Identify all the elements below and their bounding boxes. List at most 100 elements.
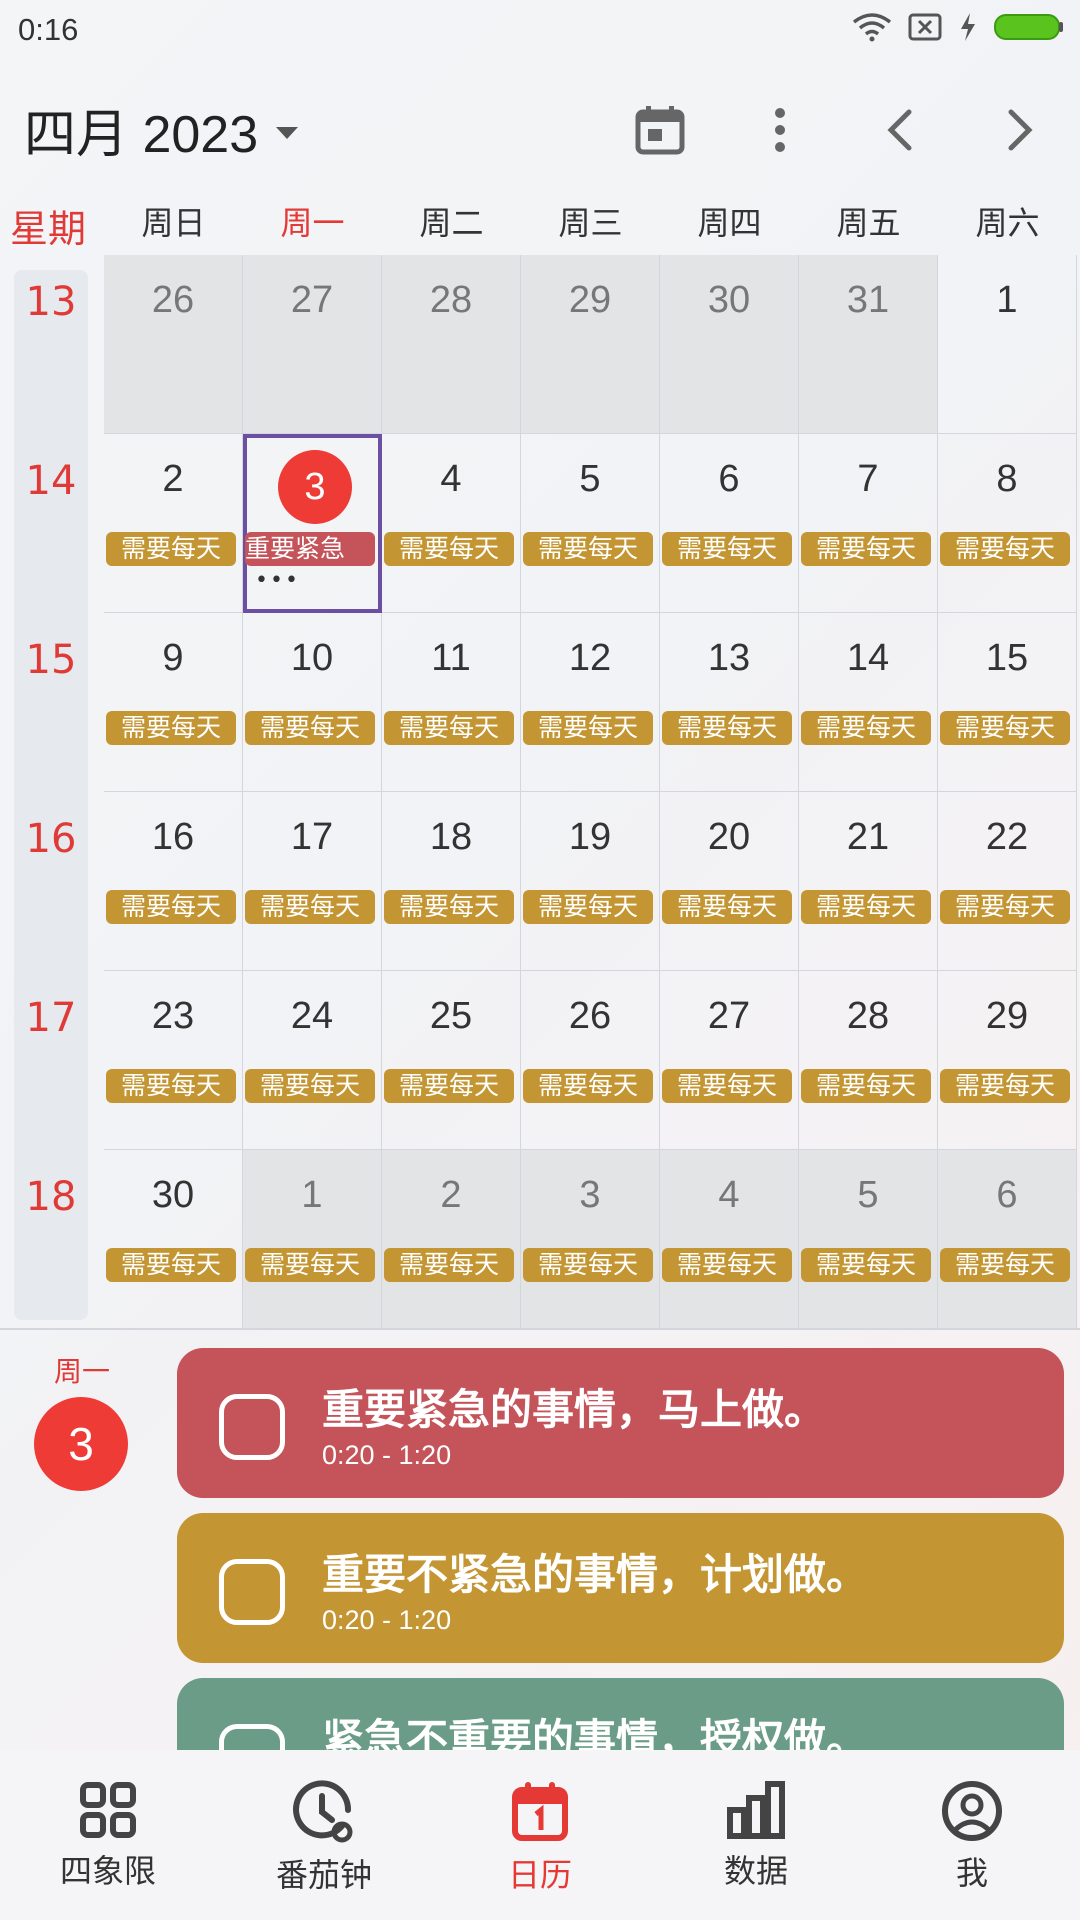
- selected-date-badge: 3: [34, 1397, 128, 1491]
- nav-item-me[interactable]: 我: [882, 1780, 1062, 1894]
- day-cell[interactable]: 4 需要每天: [382, 434, 521, 613]
- week-number: 14: [25, 458, 77, 504]
- sim-disabled-icon: [908, 13, 942, 41]
- day-cell[interactable]: 6 需要每天: [660, 434, 799, 613]
- day-cell[interactable]: 7 需要每天: [799, 434, 938, 613]
- day-cell[interactable]: 27 需要每天: [660, 971, 799, 1150]
- today-button[interactable]: [620, 90, 700, 170]
- user-icon: [942, 1781, 1002, 1841]
- task-card[interactable]: 紧急不重要的事情，授权做。: [177, 1678, 1064, 1750]
- event-chip: 重要紧急: [245, 532, 375, 566]
- task-checkbox[interactable]: [219, 1724, 285, 1750]
- week-number: 15: [25, 637, 77, 683]
- day-number: 1: [996, 279, 1018, 321]
- day-cell[interactable]: 18 需要每天: [382, 792, 521, 971]
- day-number: 26: [568, 995, 612, 1037]
- task-card[interactable]: 重要不紧急的事情，计划做。 0:20 - 1:20: [177, 1513, 1064, 1663]
- day-cell[interactable]: 31: [799, 255, 938, 434]
- day-number: 11: [431, 637, 471, 679]
- day-cell[interactable]: 1 需要每天: [243, 1150, 382, 1329]
- week-number: 18: [25, 1174, 77, 1220]
- day-cell[interactable]: 25 需要每天: [382, 971, 521, 1150]
- task-card[interactable]: 重要紧急的事情，马上做。 0:20 - 1:20: [177, 1348, 1064, 1498]
- event-chip: 需要每天: [245, 890, 375, 924]
- weekday-sunday: 周日: [141, 204, 206, 242]
- event-chip: 需要每天: [662, 532, 792, 566]
- day-cell[interactable]: 11 需要每天: [382, 613, 521, 792]
- day-number: 25: [429, 995, 473, 1037]
- day-cell[interactable]: 19 需要每天: [521, 792, 660, 971]
- next-month-button[interactable]: [980, 90, 1060, 170]
- day-number: 5: [857, 1174, 879, 1216]
- day-cell[interactable]: 29: [521, 255, 660, 434]
- day-cell[interactable]: 29 需要每天: [938, 971, 1077, 1150]
- month-selector[interactable]: 四月 2023: [24, 92, 299, 167]
- day-cell[interactable]: 21 需要每天: [799, 792, 938, 971]
- day-cell[interactable]: 3 需要每天: [521, 1150, 660, 1329]
- day-cell[interactable]: 5 需要每天: [521, 434, 660, 613]
- day-cell[interactable]: 27: [243, 255, 382, 434]
- day-cell[interactable]: 10 需要每天: [243, 613, 382, 792]
- day-number: 18: [429, 816, 473, 858]
- task-checkbox[interactable]: [219, 1394, 285, 1460]
- day-number: 5: [579, 458, 601, 500]
- event-chip: 需要每天: [662, 1069, 792, 1103]
- day-cell[interactable]: 26: [104, 255, 243, 434]
- day-number: 31: [846, 279, 890, 321]
- nav-item-calendar[interactable]: 日历: [450, 1780, 630, 1896]
- day-cell[interactable]: 5 需要每天: [799, 1150, 938, 1329]
- event-chip: 需要每天: [523, 532, 653, 566]
- week-number: 16: [25, 816, 77, 862]
- day-number: 2: [162, 458, 184, 500]
- day-cell[interactable]: 12 需要每天: [521, 613, 660, 792]
- day-cell[interactable]: 20 需要每天: [660, 792, 799, 971]
- nav-item-statistics[interactable]: 数据: [666, 1780, 846, 1892]
- day-number: 28: [846, 995, 890, 1037]
- day-cell[interactable]: 15 需要每天: [938, 613, 1077, 792]
- day-cell[interactable]: 26 需要每天: [521, 971, 660, 1150]
- day-cell[interactable]: 2 需要每天: [104, 434, 243, 613]
- task-checkbox[interactable]: [219, 1559, 285, 1625]
- day-cell[interactable]: 9 需要每天: [104, 613, 243, 792]
- day-cell[interactable]: 28: [382, 255, 521, 434]
- day-number: 19: [568, 816, 612, 858]
- nav-label: 我: [955, 1854, 988, 1892]
- day-cell[interactable]: 24 需要每天: [243, 971, 382, 1150]
- nav-item-quadrants[interactable]: 四象限: [18, 1780, 198, 1892]
- day-number: 12: [568, 637, 612, 679]
- day-number: 4: [718, 1174, 740, 1216]
- status-time: 0:16: [18, 12, 79, 47]
- event-chip: 需要每天: [940, 890, 1070, 924]
- day-cell[interactable]: 30 需要每天: [104, 1150, 243, 1329]
- day-cell[interactable]: 8 需要每天: [938, 434, 1077, 613]
- event-chip: 需要每天: [940, 532, 1070, 566]
- event-chip: 需要每天: [662, 890, 792, 924]
- day-cell[interactable]: 1: [938, 255, 1077, 434]
- day-cell[interactable]: 22 需要每天: [938, 792, 1077, 971]
- day-cell[interactable]: 23 需要每天: [104, 971, 243, 1150]
- day-cell-selected[interactable]: 3 重要紧急 •••: [243, 434, 382, 613]
- day-number: 29: [985, 995, 1029, 1037]
- day-cell[interactable]: 4 需要每天: [660, 1150, 799, 1329]
- day-cell[interactable]: 28 需要每天: [799, 971, 938, 1150]
- day-cell[interactable]: 17 需要每天: [243, 792, 382, 971]
- selected-day-panel: 周一 3 重要紧急的事情，马上做。 0:20 - 1:20 重要不紧急的事情，计…: [0, 1340, 1080, 1750]
- day-cell[interactable]: 30: [660, 255, 799, 434]
- day-cell[interactable]: 6 需要每天: [938, 1150, 1077, 1329]
- day-number: 14: [846, 637, 890, 679]
- nav-item-pomodoro[interactable]: 番茄钟: [234, 1780, 414, 1896]
- day-cell[interactable]: 16 需要每天: [104, 792, 243, 971]
- day-number: 23: [151, 995, 195, 1037]
- day-number: 27: [290, 279, 334, 321]
- day-number: 3: [579, 1174, 601, 1216]
- day-number: 7: [857, 458, 879, 500]
- weekday-saturday: 周六: [975, 204, 1040, 242]
- day-cell[interactable]: 2 需要每天: [382, 1150, 521, 1329]
- more-options-button[interactable]: [740, 90, 820, 170]
- weekday-header-row: 星期 周日 周一 周二 周三 周四 周五 周六: [0, 190, 1080, 252]
- more-vertical-icon: [775, 108, 785, 152]
- day-cell[interactable]: 13 需要每天: [660, 613, 799, 792]
- day-cell[interactable]: 14 需要每天: [799, 613, 938, 792]
- previous-month-button[interactable]: [860, 90, 940, 170]
- clock-icon: [293, 1780, 353, 1843]
